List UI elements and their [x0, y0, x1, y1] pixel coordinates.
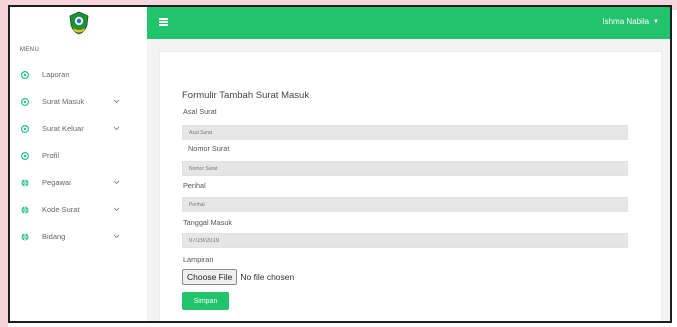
sidebar-item-label: Profil [42, 151, 60, 160]
simpan-button[interactable]: Simpan [182, 292, 229, 310]
sidebar-item-profil[interactable]: Profil [10, 142, 147, 169]
sidebar-item-bidang[interactable]: Bidang [10, 223, 147, 250]
logo-emblem [69, 11, 88, 35]
chevron-down-icon [113, 99, 120, 104]
chevron-down-icon [113, 234, 120, 239]
sidebar-item-kode-surat[interactable]: Kode Surat [10, 196, 147, 223]
top-navbar: Ishma Nabila ▼ [147, 7, 670, 39]
nomor-surat-label: Nomor Surat [188, 144, 230, 153]
settings-icon [20, 97, 30, 107]
sidebar-item-surat-keluar[interactable]: Surat Keluar [10, 115, 147, 142]
globe-icon [20, 205, 30, 215]
background-band-left [0, 0, 8, 327]
sidebar-item-label: Laporan [42, 70, 70, 79]
file-upload: Choose File No file chosen [182, 269, 294, 285]
chevron-down-icon [113, 126, 120, 131]
app-window: MENU Laporan Surat Masuk Surat Keluar Pr… [8, 5, 672, 323]
settings-icon [20, 70, 30, 80]
file-status: No file chosen [240, 272, 295, 282]
sidebar-menu: Laporan Surat Masuk Surat Keluar Profil … [10, 61, 147, 250]
sidebar-item-laporan[interactable]: Laporan [10, 61, 147, 88]
asal-surat-input[interactable] [182, 125, 628, 140]
chevron-down-icon [113, 207, 120, 212]
perihal-label: Perihal [183, 181, 206, 190]
sidebar-item-label: Pegawai [42, 178, 71, 187]
sidebar-item-surat-masuk[interactable]: Surat Masuk [10, 88, 147, 115]
sidebar-item-pegawai[interactable]: Pegawai [10, 169, 147, 196]
chevron-down-icon [113, 180, 120, 185]
user-menu[interactable]: Ishma Nabila ▼ [602, 17, 659, 26]
choose-file-button[interactable]: Choose File [182, 269, 238, 285]
sidebar: MENU Laporan Surat Masuk Surat Keluar Pr… [10, 7, 148, 321]
nomor-surat-input[interactable] [182, 161, 628, 176]
asal-surat-label: Asal Surat [183, 107, 217, 116]
logo-area [10, 7, 147, 39]
form-card: Formulir Tambah Surat Masuk Asal Surat N… [159, 51, 662, 321]
form-title: Formulir Tambah Surat Masuk [182, 90, 310, 101]
sidebar-item-label: Surat Masuk [42, 97, 85, 106]
menu-heading: MENU [20, 47, 40, 53]
settings-icon [20, 151, 30, 161]
globe-icon [20, 232, 30, 242]
perihal-input[interactable] [182, 197, 628, 212]
settings-icon [20, 124, 30, 134]
sidebar-item-label: Bidang [42, 232, 66, 241]
sidebar-item-label: Kode Surat [42, 205, 80, 214]
main-content: Formulir Tambah Surat Masuk Asal Surat N… [147, 39, 670, 321]
lampiran-label: Lampiran [183, 255, 214, 264]
tanggal-masuk-input[interactable] [182, 233, 628, 248]
globe-icon [20, 178, 30, 188]
user-name: Ishma Nabila [602, 17, 650, 26]
caret-down-icon: ▼ [653, 18, 659, 25]
sidebar-item-label: Surat Keluar [42, 124, 84, 133]
hamburger-menu-icon[interactable] [159, 18, 168, 26]
tanggal-masuk-label: Tanggal Masuk [183, 218, 233, 227]
